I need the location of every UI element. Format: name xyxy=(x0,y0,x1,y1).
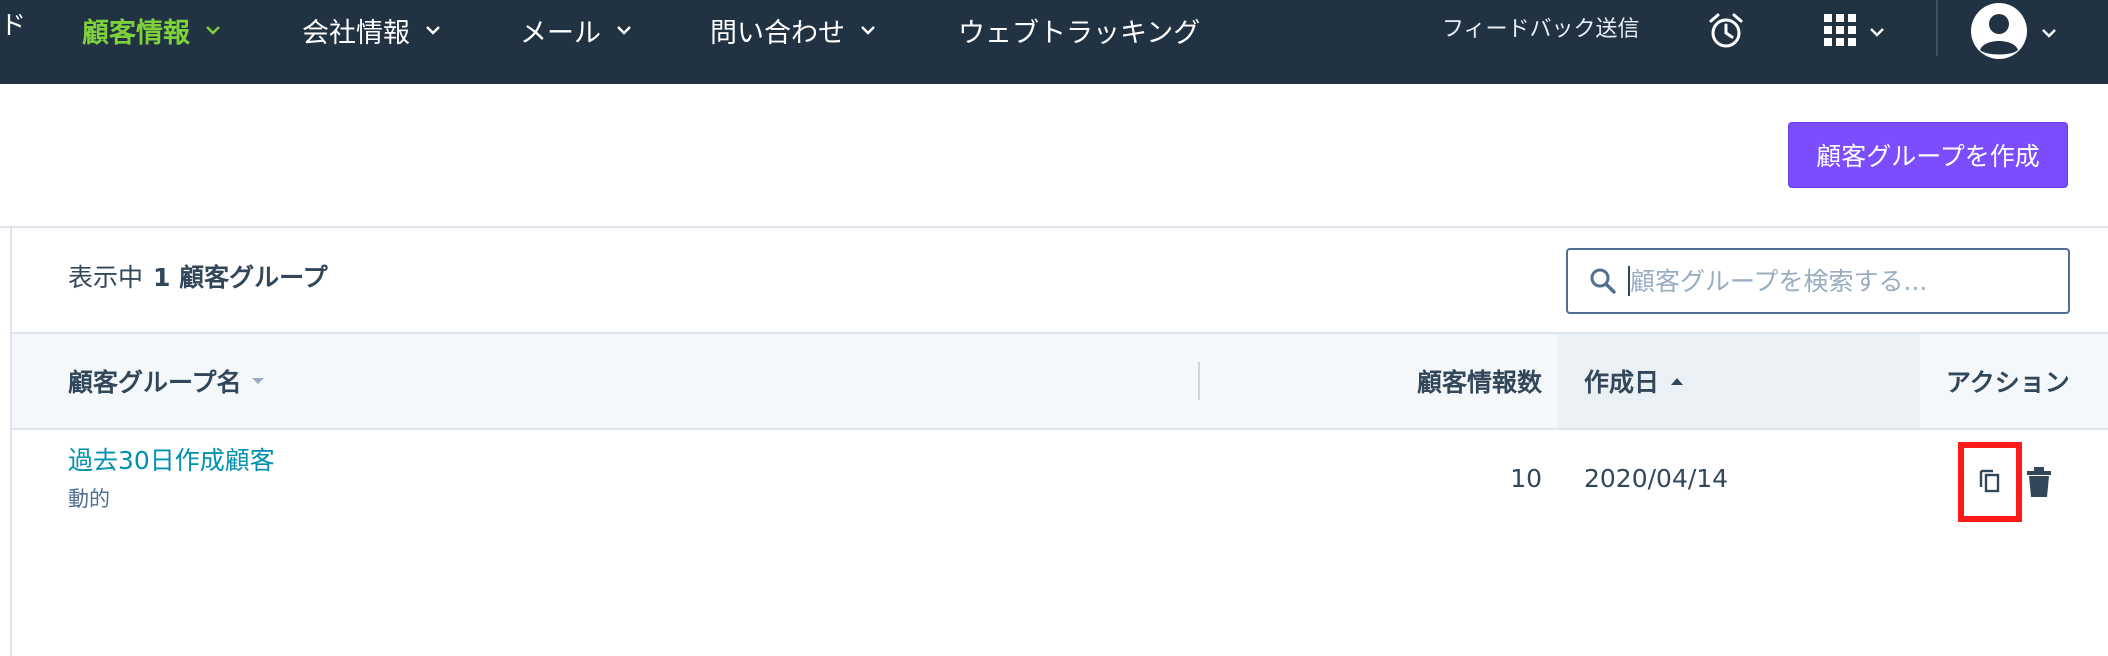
nav-divider xyxy=(1936,0,1938,56)
group-type-label: 動的 xyxy=(68,487,110,511)
page-header: 顧客グループを作成 xyxy=(0,84,2108,228)
clone-group-button[interactable] xyxy=(1958,442,2022,522)
apps-menu-button[interactable] xyxy=(1824,14,1886,50)
delete-group-button[interactable] xyxy=(2026,466,2052,498)
nav-item-label: ウェブトラッキング xyxy=(958,17,1201,49)
nav-item-email[interactable]: メール xyxy=(520,10,633,50)
nav-item-contacts[interactable]: 顧客情報 xyxy=(82,10,222,50)
search-icon xyxy=(1588,266,1618,296)
results-count-value: 1 顧客グループ xyxy=(153,263,328,292)
contact-count-value: 10 xyxy=(1510,464,1542,493)
nav-item-label: 問い合わせ xyxy=(710,17,845,49)
chevron-down-icon xyxy=(424,21,442,39)
nav-item-companies[interactable]: 会社情報 xyxy=(302,10,442,50)
created-date-value: 2020/04/14 xyxy=(1584,464,1729,493)
results-count-prefix: 表示中 xyxy=(68,263,144,292)
trash-icon xyxy=(2026,467,2052,502)
column-header-label: 作成日 xyxy=(1584,368,1660,397)
nav-item-label: 顧客情報 xyxy=(82,17,190,49)
alarm-clock-button[interactable] xyxy=(1708,12,1744,54)
table-row: 過去30日作成顧客 動的 10 2020/04/14 xyxy=(12,430,2108,530)
results-count: 表示中 1 顧客グループ xyxy=(68,258,328,298)
create-contact-group-button[interactable]: 顧客グループを作成 xyxy=(1788,122,2068,188)
list-toolbar: 表示中 1 顧客グループ xyxy=(12,228,2108,334)
chevron-down-icon xyxy=(1868,23,1886,41)
column-header-label: 顧客情報数 xyxy=(1416,368,1542,397)
chevron-down-icon xyxy=(2040,24,2058,42)
sort-indicator-icon xyxy=(251,378,264,384)
alarm-clock-icon xyxy=(1708,12,1744,54)
chevron-down-icon xyxy=(615,21,633,39)
nav-item-web-tracking[interactable]: ウェブトラッキング xyxy=(958,10,1200,50)
column-header-actions: アクション xyxy=(1946,334,2070,428)
column-header-created-date[interactable]: 作成日 xyxy=(1558,334,1920,428)
chevron-down-icon xyxy=(859,21,877,39)
column-divider xyxy=(1198,362,1200,400)
feedback-link[interactable]: フィードバック送信 xyxy=(1442,12,1640,48)
chevron-down-icon xyxy=(204,21,222,39)
table-header: 顧客グループ名 顧客情報数 作成日 アクション xyxy=(12,334,2108,430)
group-name-link[interactable]: 過去30日作成顧客 xyxy=(68,444,275,478)
nav-truncated-item[interactable]: ド xyxy=(0,6,26,46)
nav-item-inquiries[interactable]: 問い合わせ xyxy=(710,10,877,50)
apps-grid-icon xyxy=(1824,14,1856,50)
column-header-contact-count[interactable]: 顧客情報数 xyxy=(1392,334,1542,428)
search-input[interactable] xyxy=(1630,266,2050,296)
copy-icon xyxy=(1978,467,2002,497)
column-header-label: アクション xyxy=(1946,368,2070,397)
column-header-label: 顧客グループ名 xyxy=(68,368,242,397)
top-navigation: ド 顧客情報 会社情報 メール 問い合わせ ウェブトラッキング フィードバック送… xyxy=(0,0,2108,84)
contact-groups-card: 表示中1 顧客グループ 顧客グループ名 顧客情報数 作成日 アク xyxy=(10,228,2108,656)
search-box[interactable] xyxy=(1566,248,2070,314)
nav-item-label: メール xyxy=(520,17,601,49)
sort-ascending-icon xyxy=(1671,377,1684,385)
avatar-icon xyxy=(1970,2,2028,64)
account-menu-button[interactable] xyxy=(1970,2,2058,64)
nav-item-label: 会社情報 xyxy=(302,17,410,49)
column-header-group-name[interactable]: 顧客グループ名 xyxy=(68,334,264,428)
